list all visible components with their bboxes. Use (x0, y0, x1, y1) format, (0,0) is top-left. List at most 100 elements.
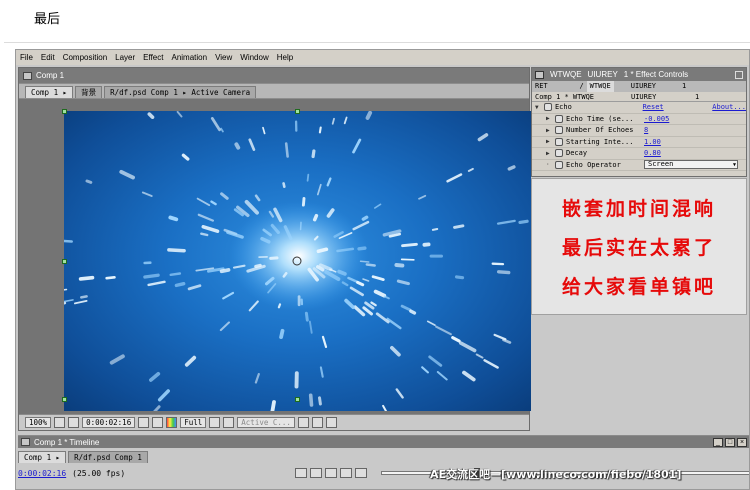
particle-streak (78, 275, 95, 281)
stopwatch-icon[interactable] (555, 126, 563, 135)
starting-intensity-value[interactable]: 1.00 (644, 138, 661, 146)
close-icon[interactable]: × (737, 437, 747, 447)
layer-handle[interactable] (295, 397, 300, 402)
view-layout-icon[interactable] (297, 417, 309, 428)
tab-df-psd-comp[interactable]: R/df.psd Comp 1 (68, 451, 148, 463)
number-of-echoes-value[interactable]: 8 (644, 126, 648, 134)
menu-help[interactable]: Help (277, 53, 293, 62)
echo-time-value[interactable]: -0.005 (644, 115, 669, 123)
composition-titlebar[interactable]: Comp 1 (19, 68, 529, 83)
particle-streak (282, 182, 286, 188)
tab-uiurey[interactable]: UIUREY (628, 81, 659, 92)
tab-wtwqe[interactable]: WTWQE (586, 81, 614, 92)
tab-ret[interactable]: RET (532, 81, 551, 92)
comp-marker-icon[interactable] (295, 468, 308, 478)
particle-streak (105, 275, 116, 280)
tab-comp-1[interactable]: Comp 1 ▸ (25, 86, 74, 98)
particle-streak (502, 338, 512, 344)
particle-streak (316, 183, 322, 196)
motion-blur-icon[interactable] (340, 468, 353, 478)
stopwatch-icon[interactable] (555, 149, 563, 158)
safe-zones-icon[interactable] (54, 417, 66, 428)
particle-streak (234, 142, 241, 150)
menu-animation[interactable]: Animation (171, 53, 207, 62)
particle-streak (277, 303, 282, 309)
snapshot-icon[interactable] (138, 417, 150, 428)
particle-streak (477, 133, 489, 142)
tab-background[interactable]: 背景 (75, 86, 103, 98)
active-camera-select[interactable]: Active C... (237, 417, 295, 428)
particle-streak (386, 317, 402, 330)
stopwatch-icon[interactable] (555, 137, 563, 146)
effect-param-row: ▶ Decay 0.80 (532, 148, 746, 160)
transparency-grid-icon[interactable] (223, 417, 235, 428)
layer-handle[interactable] (62, 397, 67, 402)
page-heading: 最后 (34, 11, 61, 26)
particle-streak (197, 213, 214, 222)
fast-preview-icon[interactable] (325, 417, 337, 428)
expand-triangle-icon[interactable]: ▶ (546, 127, 553, 134)
show-snapshot-icon[interactable] (152, 417, 164, 428)
effect-header-row[interactable]: ▼ Echo Reset About... (532, 102, 746, 114)
particle-streak (349, 286, 364, 297)
resolution-select[interactable]: Full (180, 417, 207, 428)
reset-link[interactable]: Reset (643, 103, 713, 111)
expand-triangle-icon[interactable]: ▶ (546, 115, 553, 122)
effect-controls-titlebar[interactable]: WTWQE UIUREY 1 * Effect Controls (532, 68, 746, 81)
timeline-current-time[interactable]: 0:00:02:16 (18, 469, 66, 478)
composition-viewer[interactable] (64, 111, 531, 411)
effect-toggle-icon[interactable] (543, 103, 552, 112)
layer-handle[interactable] (62, 109, 67, 114)
expand-triangle-icon[interactable]: ▶ (546, 138, 553, 145)
menu-window[interactable]: Window (240, 53, 268, 62)
region-of-interest-icon[interactable] (209, 417, 221, 428)
menu-layer[interactable]: Layer (115, 53, 135, 62)
draft-3d-icon[interactable] (310, 468, 323, 478)
timeline-titlebar[interactable]: Comp 1 * Timeline _ □ × (18, 436, 749, 448)
maximize-icon[interactable]: □ (725, 437, 735, 447)
particle-streak (357, 246, 367, 251)
close-icon[interactable] (735, 70, 743, 79)
empty-panel-area (531, 316, 747, 431)
about-link[interactable]: About... (712, 103, 746, 111)
particle-streak (421, 366, 429, 374)
graph-editor-icon[interactable] (355, 468, 368, 478)
pixel-aspect-icon[interactable] (311, 417, 323, 428)
minimize-icon[interactable]: _ (713, 437, 723, 447)
stopwatch-icon[interactable] (555, 114, 563, 123)
stopwatch-icon[interactable] (555, 160, 563, 169)
zoom-select[interactable]: 100% (25, 417, 52, 428)
layer-handle[interactable] (62, 259, 67, 264)
tab-1[interactable]: 1 (679, 81, 689, 92)
particle-streak (219, 321, 230, 332)
particle-streak (141, 191, 153, 197)
menu-edit[interactable]: Edit (41, 53, 55, 62)
tab-active-camera[interactable]: R/df.psd Comp 1 ▸ Active Camera (104, 86, 257, 98)
particle-streak (326, 177, 332, 187)
expand-triangle-icon[interactable]: ▶ (546, 150, 553, 157)
menu-view[interactable]: View (215, 53, 232, 62)
tab-comp-1[interactable]: Comp 1 ▸ (18, 451, 67, 463)
particle-streak (220, 127, 224, 133)
particle-streak (109, 354, 125, 365)
echo-operator-select[interactable]: Screen (644, 160, 738, 170)
layer-name: UIUREY (631, 93, 657, 101)
particle-streak (518, 219, 529, 225)
menu-composition[interactable]: Composition (63, 53, 107, 62)
particle-streak (337, 269, 347, 276)
layer-handle[interactable] (295, 109, 300, 114)
camera-snapshot-icon[interactable] (68, 417, 80, 428)
effect-controls-tabs: RET / WTWQE UIUREY 1 (532, 81, 746, 92)
menu-effect[interactable]: Effect (143, 53, 163, 62)
frame-blending-icon[interactable] (325, 468, 338, 478)
menu-file[interactable]: File (20, 53, 33, 62)
decay-value[interactable]: 0.80 (644, 149, 661, 157)
particle-streak (169, 272, 182, 277)
particle-streak (248, 138, 256, 151)
collapse-triangle-icon[interactable]: ▼ (535, 104, 542, 111)
particle-streak (353, 305, 366, 317)
frame-rate: (25.00 fps) (72, 468, 126, 478)
channel-icon[interactable] (166, 417, 178, 428)
particle-streak (304, 311, 309, 322)
current-time-display[interactable]: 0:00:02:16 (82, 417, 136, 428)
